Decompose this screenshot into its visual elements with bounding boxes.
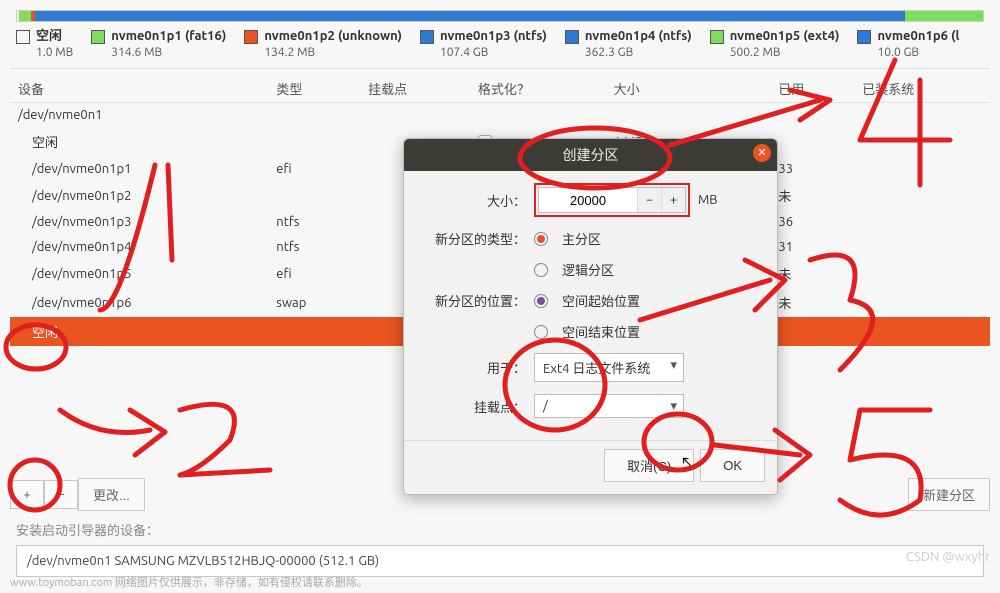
radio-logical[interactable] — [534, 263, 548, 277]
watermark-text: www.toymoban.com 网络图片仅供展示，非存储，如有侵权请联系删除。 — [10, 574, 368, 590]
csdn-watermark: CSDN @wxyhr — [906, 550, 990, 564]
bar-seg-nvme0n1p6 (linux-swap) — [924, 11, 983, 21]
type-label: 新分区的类型： — [418, 229, 526, 248]
dialog-titlebar[interactable]: 创建分区 ✕ — [404, 139, 777, 171]
swatch-icon — [244, 30, 258, 44]
legend-item[interactable]: nvme0n1p4 (ntfs)362.3 GB — [565, 28, 692, 60]
legend-text: nvme0n1p5 (ext4)500.2 MB — [730, 28, 840, 60]
size-spinner[interactable]: − + — [538, 187, 686, 213]
spin-plus-icon[interactable]: + — [661, 188, 685, 212]
bar-seg-nvme0n1p1 (fat16) — [19, 11, 31, 21]
radio-end-label: 空间结束位置 — [562, 322, 640, 341]
col-format[interactable]: 格式化？ — [470, 75, 606, 103]
legend-item[interactable]: nvme0n1p6 (l10.0 GB — [857, 28, 959, 60]
size-unit: MB — [698, 193, 718, 207]
size-input[interactable] — [539, 188, 637, 212]
create-partition-dialog: 创建分区 ✕ 大小： − + MB 新分区的类型： 主分区 逻辑分区 — [403, 138, 778, 495]
col-type[interactable]: 类型 — [268, 75, 360, 103]
spin-minus-icon[interactable]: − — [637, 188, 661, 212]
bootloader-label: 安装启动引导器的设备： — [16, 520, 159, 539]
legend-text: nvme0n1p4 (ntfs)362.3 GB — [585, 28, 692, 60]
radio-end[interactable] — [534, 325, 548, 339]
swatch-icon — [16, 30, 30, 44]
radio-begin[interactable] — [534, 294, 548, 308]
legend-text: nvme0n1p2 (unknown)134.2 MB — [264, 28, 402, 60]
use-label: 用于： — [418, 358, 526, 377]
mount-label: 挂载点： — [418, 397, 526, 416]
cancel-button[interactable]: 取消(C) — [604, 449, 694, 482]
size-highlight: − + — [534, 183, 690, 217]
change-button[interactable]: 更改... — [78, 478, 145, 511]
ok-button[interactable]: OK — [700, 449, 765, 482]
filesystem-select[interactable]: Ext4 日志文件系统 — [534, 353, 684, 382]
col-device[interactable]: 设备 — [10, 75, 268, 103]
remove-partition-button[interactable]: − — [44, 480, 78, 509]
legend-text: nvme0n1p6 (l10.0 GB — [877, 28, 959, 60]
legend-item[interactable]: nvme0n1p5 (ext4)500.2 MB — [710, 28, 840, 60]
col-system[interactable]: 已装系统 — [854, 75, 990, 103]
disk-usage-bar — [16, 10, 984, 22]
legend-text: nvme0n1p1 (fat16)314.6 MB — [111, 28, 226, 60]
bar-seg-nvme0n1p5 (ext4) — [905, 11, 924, 21]
legend-item[interactable]: nvme0n1p2 (unknown)134.2 MB — [244, 28, 402, 60]
disk-legend: 空闲1.0 MB nvme0n1p1 (fat16)314.6 MB nvme0n1… — [0, 28, 1000, 68]
size-label: 大小： — [418, 191, 526, 210]
dialog-title-text: 创建分区 — [563, 145, 619, 165]
radio-begin-label: 空间起始位置 — [562, 291, 640, 310]
legend-item[interactable]: nvme0n1p3 (ntfs)107.4 GB — [420, 28, 547, 60]
new-partition-table-button[interactable]: 新建分区 — [908, 478, 990, 511]
bootloader-device-select[interactable]: /dev/nvme0n1 SAMSUNG MZVLB512HBJQ-00000 … — [16, 545, 984, 577]
col-used[interactable]: 已用 — [770, 75, 854, 103]
radio-primary-label: 主分区 — [562, 229, 601, 248]
swatch-icon — [565, 30, 579, 44]
table-row[interactable]: /dev/nvme0n1 — [10, 103, 990, 128]
add-partition-button[interactable]: + — [10, 480, 44, 509]
loc-label: 新分区的位置： — [418, 291, 526, 310]
bar-seg-nvme0n1p3 (ntfs) — [35, 11, 248, 21]
close-icon[interactable]: ✕ — [753, 144, 771, 162]
col-mount[interactable]: 挂载点 — [360, 75, 470, 103]
legend-text: 空闲1.0 MB — [36, 28, 73, 60]
swatch-icon — [857, 30, 871, 44]
bar-seg-nvme0n1p4 (ntfs) — [248, 11, 905, 21]
swatch-icon — [91, 30, 105, 44]
swatch-icon — [420, 30, 434, 44]
legend-item[interactable]: 空闲1.0 MB — [16, 28, 73, 60]
legend-text: nvme0n1p3 (ntfs)107.4 GB — [440, 28, 547, 60]
swatch-icon — [710, 30, 724, 44]
legend-item[interactable]: nvme0n1p1 (fat16)314.6 MB — [91, 28, 226, 60]
mountpoint-select[interactable]: / — [534, 394, 684, 418]
radio-primary[interactable] — [534, 232, 548, 246]
radio-logical-label: 逻辑分区 — [562, 260, 614, 279]
col-size[interactable]: 大小 — [606, 75, 771, 103]
